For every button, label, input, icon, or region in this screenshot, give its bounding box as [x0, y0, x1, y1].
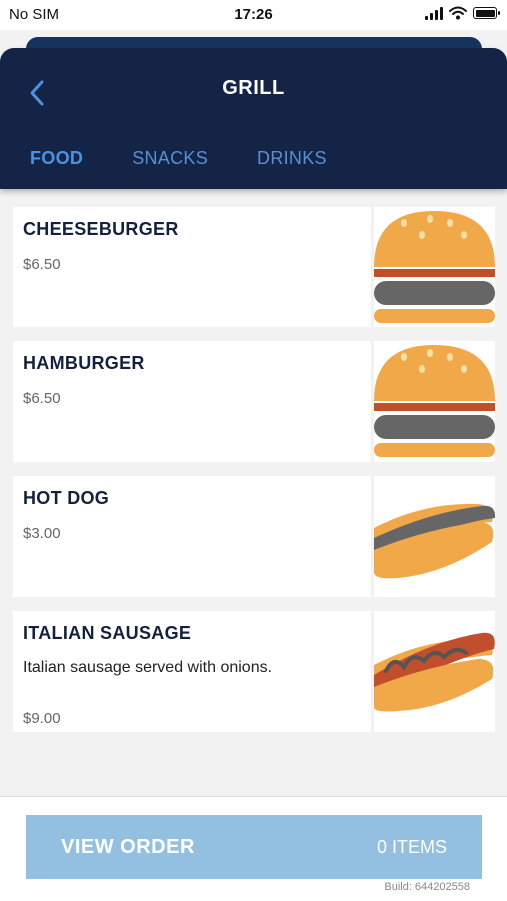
footer: VIEW ORDER 0 ITEMS Build: 644202558: [0, 796, 507, 901]
status-bar: No SIM 17:26: [0, 0, 507, 30]
item-price: $9.00: [23, 710, 61, 727]
item-name: HAMBURGER: [23, 353, 145, 373]
wifi-icon: [449, 6, 467, 20]
view-order-label: VIEW ORDER: [61, 836, 195, 858]
page-title: GRILL: [222, 77, 285, 99]
menu-item-hamburger[interactable]: HAMBURGER $6.50: [13, 341, 495, 462]
category-tabs: FOOD SNACKS DRINKS: [30, 148, 376, 169]
battery-icon: [473, 7, 500, 19]
menu-list: CHEESEBURGER $6.50 HAMBURGER $6.50 HOT D…: [13, 207, 496, 746]
item-price: $3.00: [23, 525, 61, 542]
burger-icon: [374, 211, 495, 323]
header: GRILL FOOD SNACKS DRINKS: [0, 48, 507, 189]
item-name: CHEESEBURGER: [23, 219, 179, 239]
item-image: [371, 341, 495, 462]
view-order-button[interactable]: VIEW ORDER 0 ITEMS: [26, 815, 482, 879]
tab-snacks[interactable]: SNACKS: [132, 148, 208, 169]
menu-item-italian-sausage[interactable]: ITALIAN SAUSAGE Italian sausage served w…: [13, 611, 495, 732]
build-label: Build: 644202558: [384, 881, 470, 893]
sausage-icon: [374, 632, 495, 712]
cellular-signal-icon: [425, 6, 443, 20]
burger-icon: [374, 345, 495, 457]
status-icons: [425, 6, 500, 20]
item-description: Italian sausage served with onions.: [23, 659, 273, 676]
hot-dog-icon: [374, 503, 496, 579]
item-image: [371, 476, 496, 597]
item-price: $6.50: [23, 256, 61, 273]
menu-item-hot-dog[interactable]: HOT DOG $3.00: [13, 476, 496, 597]
item-name: HOT DOG: [23, 488, 110, 508]
tab-drinks[interactable]: DRINKS: [257, 148, 327, 169]
item-image: [371, 207, 495, 327]
item-name: ITALIAN SAUSAGE: [23, 623, 192, 643]
item-image: [371, 611, 495, 732]
tab-food[interactable]: FOOD: [30, 148, 83, 169]
item-price: $6.50: [23, 390, 61, 407]
order-item-count: 0 ITEMS: [376, 837, 447, 857]
menu-item-cheeseburger[interactable]: CHEESEBURGER $6.50: [13, 207, 495, 327]
